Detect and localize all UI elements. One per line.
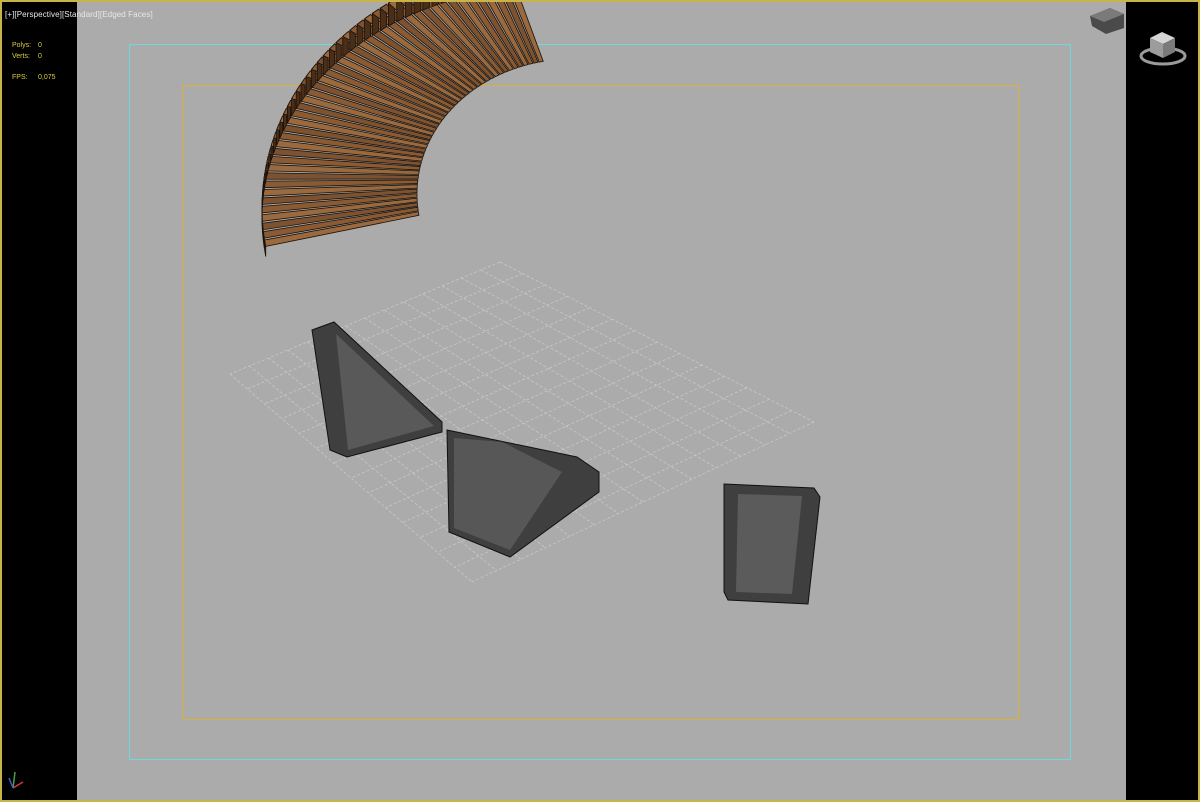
stat-key: FPS: xyxy=(12,74,28,81)
app-window: [+][Perspective][Standard][Edged Faces] … xyxy=(0,0,1200,802)
viewport-display-menu[interactable]: [Edged Faces] xyxy=(100,10,153,19)
viewport-shading-menu[interactable]: [Standard] xyxy=(62,10,100,19)
slat-side xyxy=(396,2,404,23)
stat-value: 0 xyxy=(38,42,42,49)
viewport-pov-menu[interactable]: [Perspective] xyxy=(14,10,62,19)
stat-polys: Polys: 0 xyxy=(12,42,42,49)
grid-line xyxy=(480,269,790,434)
scene-canvas[interactable] xyxy=(2,2,1200,802)
stat-fps: FPS: 0,075 xyxy=(12,74,56,81)
viewcube-icon[interactable] xyxy=(1138,24,1188,68)
stat-value: 0,075 xyxy=(38,74,56,81)
stat-key: Polys: xyxy=(12,42,32,49)
cropped-object-icon xyxy=(1090,8,1124,34)
bench-legs[interactable] xyxy=(311,321,821,605)
viewport-plus-menu[interactable]: [+] xyxy=(5,10,14,19)
axis-tripod-icon xyxy=(8,771,24,789)
bench-seat-slats[interactable] xyxy=(261,2,544,257)
leg-inner-face xyxy=(736,494,802,594)
stat-value: 0 xyxy=(38,53,42,60)
viewport-label-menu[interactable]: [+][Perspective][Standard][Edged Faces] xyxy=(5,10,153,19)
stat-key: Verts: xyxy=(12,53,30,60)
stat-verts: Verts: 0 xyxy=(12,53,42,60)
